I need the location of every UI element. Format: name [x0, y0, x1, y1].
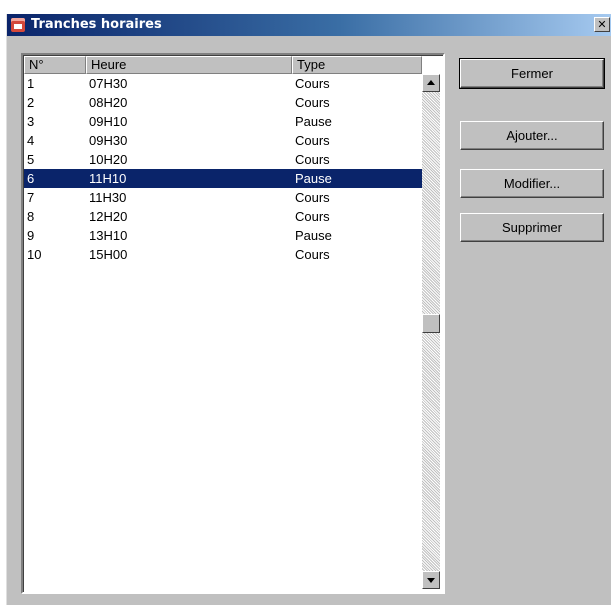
row-num: 3 — [27, 114, 35, 129]
table-row[interactable]: 1 07H30 Cours — [24, 74, 422, 93]
ajouter-button[interactable]: Ajouter... — [460, 121, 604, 150]
row-heure: 08H20 — [89, 95, 128, 110]
row-num: 4 — [27, 133, 35, 148]
list-header: N° Heure Type — [24, 56, 422, 74]
column-header-type[interactable]: Type — [292, 56, 422, 74]
scroll-down-arrow-icon — [427, 578, 435, 583]
table-row[interactable]: 4 09H30 Cours — [24, 131, 422, 150]
column-header-heure[interactable]: Heure — [86, 56, 292, 74]
close-icon[interactable]: ✕ — [594, 17, 610, 32]
table-row[interactable]: 7 11H30 Cours — [24, 188, 422, 207]
row-num: 1 — [27, 76, 35, 91]
row-type: Cours — [295, 190, 330, 205]
row-type: Cours — [295, 133, 330, 148]
row-heure: 11H10 — [89, 171, 127, 186]
row-num: 7 — [27, 190, 35, 205]
tranches-horaires-window: Tranches horaires ✕ N° Heure Type 1 07H3… — [6, 14, 611, 605]
scroll-down-button[interactable] — [422, 571, 440, 589]
row-heure: 12H20 — [89, 209, 128, 224]
table-row[interactable]: 10 15H00 Cours — [24, 245, 422, 264]
row-heure: 09H10 — [89, 114, 128, 129]
table-row[interactable]: 2 08H20 Cours — [24, 93, 422, 112]
row-num: 9 — [27, 228, 35, 243]
row-heure: 07H30 — [89, 76, 128, 91]
table-row[interactable]: 8 12H20 Cours — [24, 207, 422, 226]
row-heure: 11H30 — [89, 190, 127, 205]
list-inner: N° Heure Type 1 07H30 Cours 2 08H20 Cour… — [23, 55, 443, 592]
row-type: Pause — [295, 171, 332, 186]
scroll-thumb[interactable] — [422, 314, 440, 333]
fermer-button[interactable]: Fermer — [459, 58, 605, 89]
row-type: Pause — [295, 114, 332, 129]
table-row[interactable]: 5 10H20 Cours — [24, 150, 422, 169]
list-rows: 1 07H30 Cours 2 08H20 Cours 3 09H10 Paus… — [24, 74, 422, 264]
row-num: 2 — [27, 95, 35, 110]
row-type: Cours — [295, 76, 330, 91]
row-num: 6 — [27, 171, 35, 186]
row-num: 10 — [27, 247, 42, 262]
table-row-selected[interactable]: 6 11H10 Pause — [24, 169, 422, 188]
table-row[interactable]: 3 09H10 Pause — [24, 112, 422, 131]
window-title: Tranches horaires — [31, 17, 162, 32]
row-num: 5 — [27, 152, 35, 167]
time-slots-list[interactable]: N° Heure Type 1 07H30 Cours 2 08H20 Cour… — [21, 53, 445, 594]
row-type: Pause — [295, 228, 332, 243]
row-type: Cours — [295, 152, 330, 167]
title-bar[interactable]: Tranches horaires ✕ — [7, 14, 611, 36]
table-row[interactable]: 9 13H10 Pause — [24, 226, 422, 245]
scroll-up-arrow-icon — [427, 80, 435, 85]
row-heure: 13H10 — [89, 228, 128, 243]
supprimer-button[interactable]: Supprimer — [460, 213, 604, 242]
row-type: Cours — [295, 247, 330, 262]
row-type: Cours — [295, 95, 330, 110]
modifier-button[interactable]: Modifier... — [460, 169, 604, 198]
row-heure: 15H00 — [89, 247, 128, 262]
row-heure: 09H30 — [89, 133, 128, 148]
row-num: 8 — [27, 209, 35, 224]
row-type: Cours — [295, 209, 330, 224]
row-heure: 10H20 — [89, 152, 128, 167]
app-calendar-icon — [11, 18, 25, 32]
vertical-scrollbar[interactable] — [422, 74, 440, 589]
scroll-up-button[interactable] — [422, 74, 440, 92]
column-header-num[interactable]: N° — [24, 56, 86, 74]
